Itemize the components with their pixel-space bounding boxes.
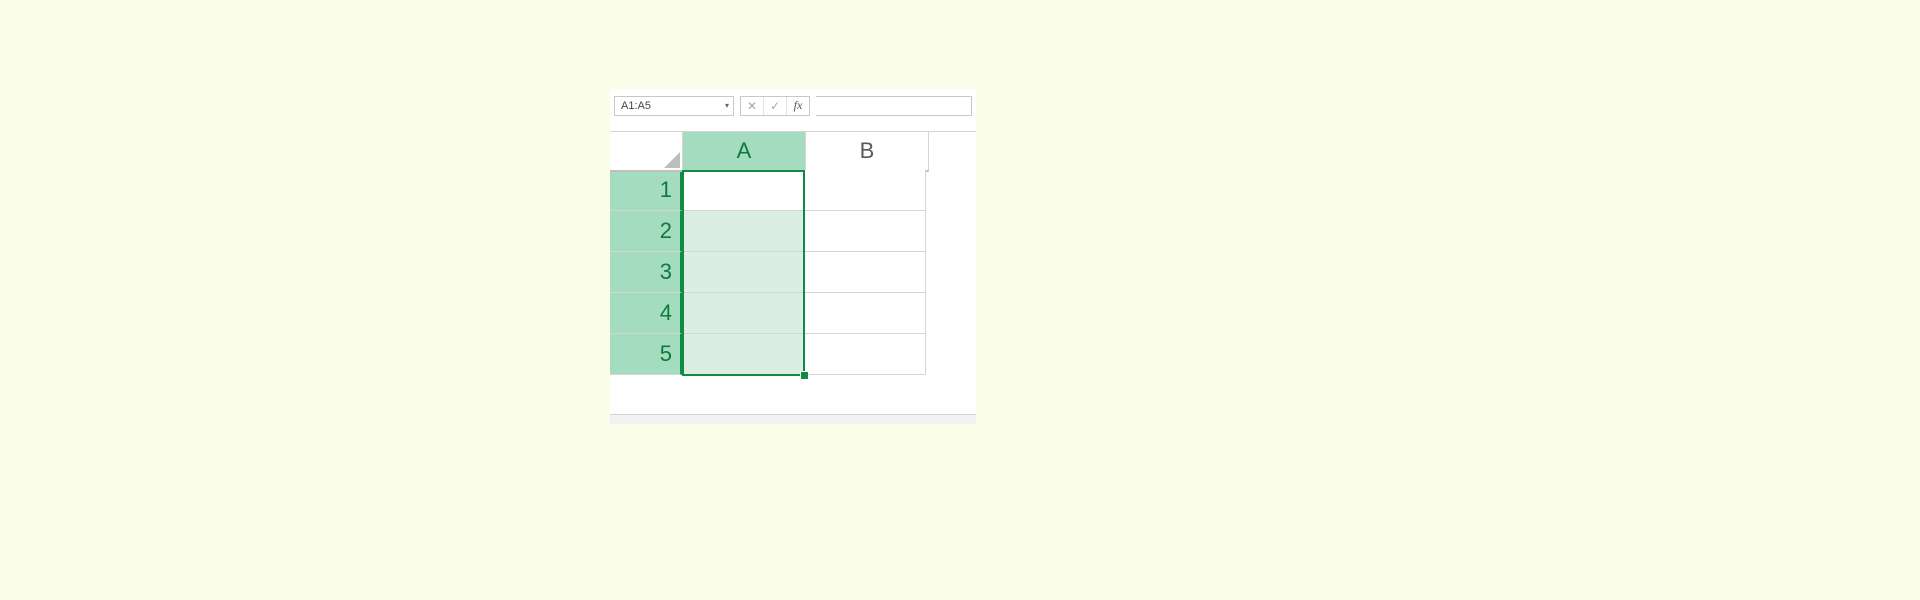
column-header-label: B (860, 138, 875, 164)
cell-A3[interactable] (682, 252, 804, 293)
column-header-B[interactable]: B (806, 132, 929, 172)
cell-A5[interactable] (682, 334, 804, 375)
insert-function-button[interactable]: fx (787, 97, 809, 115)
row-1: 1 (610, 170, 976, 211)
cell-B4[interactable] (804, 293, 926, 334)
row-header-4[interactable]: 4 (610, 293, 682, 334)
row-header-3[interactable]: 3 (610, 252, 682, 293)
row-header-label: 3 (660, 259, 672, 285)
fill-handle[interactable] (800, 371, 809, 380)
row-header-label: 4 (660, 300, 672, 326)
row-4: 4 (610, 293, 976, 334)
close-icon: ✕ (747, 99, 757, 113)
name-box-value: A1:A5 (621, 100, 651, 112)
row-header-5[interactable]: 5 (610, 334, 682, 375)
formula-bar: A1:A5 ▾ ✕ ✓ fx (610, 89, 976, 121)
cell-B5[interactable] (804, 334, 926, 375)
row-2: 2 (610, 211, 976, 252)
formula-input[interactable] (816, 96, 972, 116)
row-header-1[interactable]: 1 (610, 170, 682, 211)
cancel-button[interactable]: ✕ (741, 97, 764, 115)
chevron-down-icon: ▾ (725, 101, 729, 110)
enter-button[interactable]: ✓ (764, 97, 787, 115)
select-all-triangle-icon (664, 152, 680, 168)
horizontal-scrollbar[interactable] (610, 414, 976, 424)
cell-A4[interactable] (682, 293, 804, 334)
column-header-label: A (737, 138, 752, 164)
row-3: 3 (610, 252, 976, 293)
cell-A2[interactable] (682, 211, 804, 252)
row-header-label: 2 (660, 218, 672, 244)
row-header-label: 5 (660, 341, 672, 367)
fx-icon: fx (794, 98, 803, 113)
formula-buttons: ✕ ✓ fx (740, 96, 810, 116)
row-5: 5 (610, 334, 976, 375)
column-header-A[interactable]: A (683, 132, 806, 172)
cell-A1[interactable] (682, 170, 804, 211)
cell-B3[interactable] (804, 252, 926, 293)
cell-B1[interactable] (804, 170, 926, 211)
toolbar-divider (610, 121, 976, 132)
row-header-2[interactable]: 2 (610, 211, 682, 252)
spreadsheet-window: A1:A5 ▾ ✕ ✓ fx A (610, 89, 976, 424)
row-header-label: 1 (660, 177, 672, 203)
check-icon: ✓ (770, 99, 780, 113)
cell-grid: A B 1 2 3 (610, 132, 976, 375)
column-header-row: A B (610, 132, 976, 170)
select-all-corner[interactable] (610, 132, 683, 172)
cell-B2[interactable] (804, 211, 926, 252)
name-box[interactable]: A1:A5 ▾ (614, 96, 734, 116)
